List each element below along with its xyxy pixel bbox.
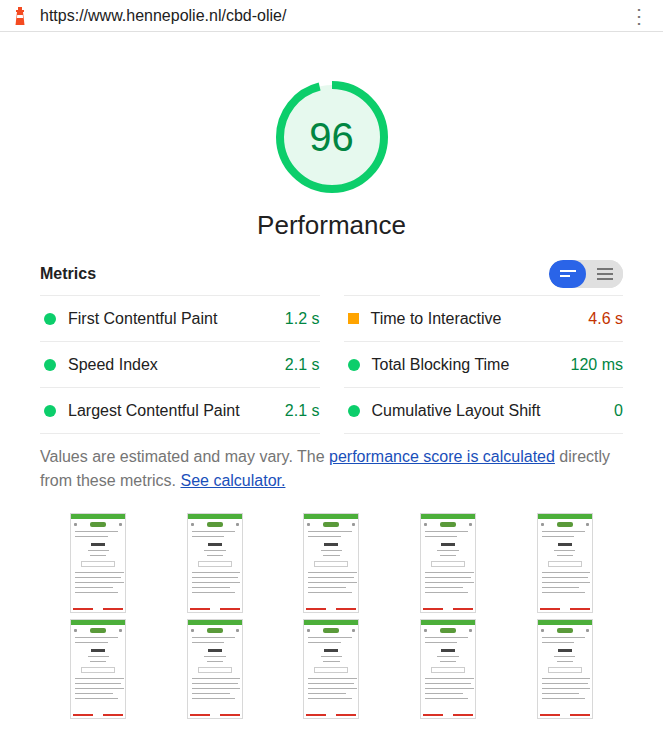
description-text: Values are estimated and may vary. The bbox=[40, 448, 329, 465]
page-url[interactable]: https://www.hennepolie.nl/cbd-olie/ bbox=[40, 7, 627, 25]
metrics-column: Time to Interactive 4.6 s Total Blocking T… bbox=[344, 295, 624, 434]
filmstrip-frame bbox=[70, 619, 126, 719]
filmstrip bbox=[40, 513, 623, 719]
view-toggle[interactable] bbox=[549, 260, 623, 288]
metrics-column: First Contentful Paint 1.2 s Speed Index 2.… bbox=[40, 295, 320, 434]
pass-dot-icon bbox=[348, 359, 360, 371]
filmstrip-frame bbox=[303, 513, 359, 613]
filmstrip-frame bbox=[187, 619, 243, 719]
metric-value: 0 bbox=[614, 402, 623, 420]
pass-dot-icon bbox=[44, 313, 56, 325]
pass-dot-icon bbox=[44, 405, 56, 417]
metric-row: Largest Contentful Paint 2.1 s bbox=[40, 388, 320, 434]
metric-row: First Contentful Paint 1.2 s bbox=[40, 296, 320, 342]
metric-label: Largest Contentful Paint bbox=[68, 402, 277, 420]
pass-dot-icon bbox=[348, 405, 360, 417]
metrics-header: Metrics bbox=[40, 260, 623, 288]
metric-value: 2.1 s bbox=[285, 402, 320, 420]
metrics-title: Metrics bbox=[40, 265, 96, 283]
metric-value: 120 ms bbox=[571, 356, 623, 374]
metric-label: Total Blocking Time bbox=[372, 356, 563, 374]
metric-value: 4.6 s bbox=[588, 310, 623, 328]
metric-row: Speed Index 2.1 s bbox=[40, 342, 320, 388]
filmstrip-frame bbox=[420, 619, 476, 719]
lighthouse-icon bbox=[13, 6, 27, 26]
metric-row: Cumulative Layout Shift 0 bbox=[344, 388, 624, 434]
address-bar: https://www.hennepolie.nl/cbd-olie/⋮ bbox=[0, 0, 663, 32]
pass-dot-icon bbox=[44, 359, 56, 371]
filmstrip-frame bbox=[70, 513, 126, 613]
category-title: Performance bbox=[257, 209, 406, 241]
metric-label: Cumulative Layout Shift bbox=[372, 402, 607, 420]
description-link[interactable]: performance score is calculated bbox=[329, 448, 555, 465]
filmstrip-frame bbox=[420, 513, 476, 613]
average-square-icon bbox=[348, 313, 359, 324]
filmstrip-frame bbox=[537, 619, 593, 719]
filmstrip-frame bbox=[187, 513, 243, 613]
metrics-grid: First Contentful Paint 1.2 s Speed Index 2.… bbox=[40, 295, 623, 434]
expanded-view-icon bbox=[596, 267, 614, 281]
metric-label: Time to Interactive bbox=[371, 310, 581, 328]
score-value: 96 bbox=[272, 77, 392, 197]
compact-view-icon bbox=[559, 268, 577, 280]
metric-row: Total Blocking Time 120 ms bbox=[344, 342, 624, 388]
metric-row: Time to Interactive 4.6 s bbox=[344, 296, 624, 342]
toggle-button[interactable] bbox=[586, 260, 623, 288]
metric-label: Speed Index bbox=[68, 356, 277, 374]
metric-value: 1.2 s bbox=[285, 310, 320, 328]
description-link[interactable]: See calculator. bbox=[180, 472, 285, 489]
filmstrip-frame bbox=[303, 619, 359, 719]
metric-value: 2.1 s bbox=[285, 356, 320, 374]
lighthouse-report: https://www.hennepolie.nl/cbd-olie/⋮ 96 Pe… bbox=[0, 0, 663, 747]
toggle-button[interactable] bbox=[549, 260, 586, 288]
metric-label: First Contentful Paint bbox=[68, 310, 277, 328]
filmstrip-frame bbox=[537, 513, 593, 613]
score-gauge: 96 Performance bbox=[0, 32, 663, 241]
more-menu-icon[interactable]: ⋮ bbox=[627, 6, 651, 26]
metrics-description: Values are estimated and may vary. The p… bbox=[40, 445, 623, 493]
